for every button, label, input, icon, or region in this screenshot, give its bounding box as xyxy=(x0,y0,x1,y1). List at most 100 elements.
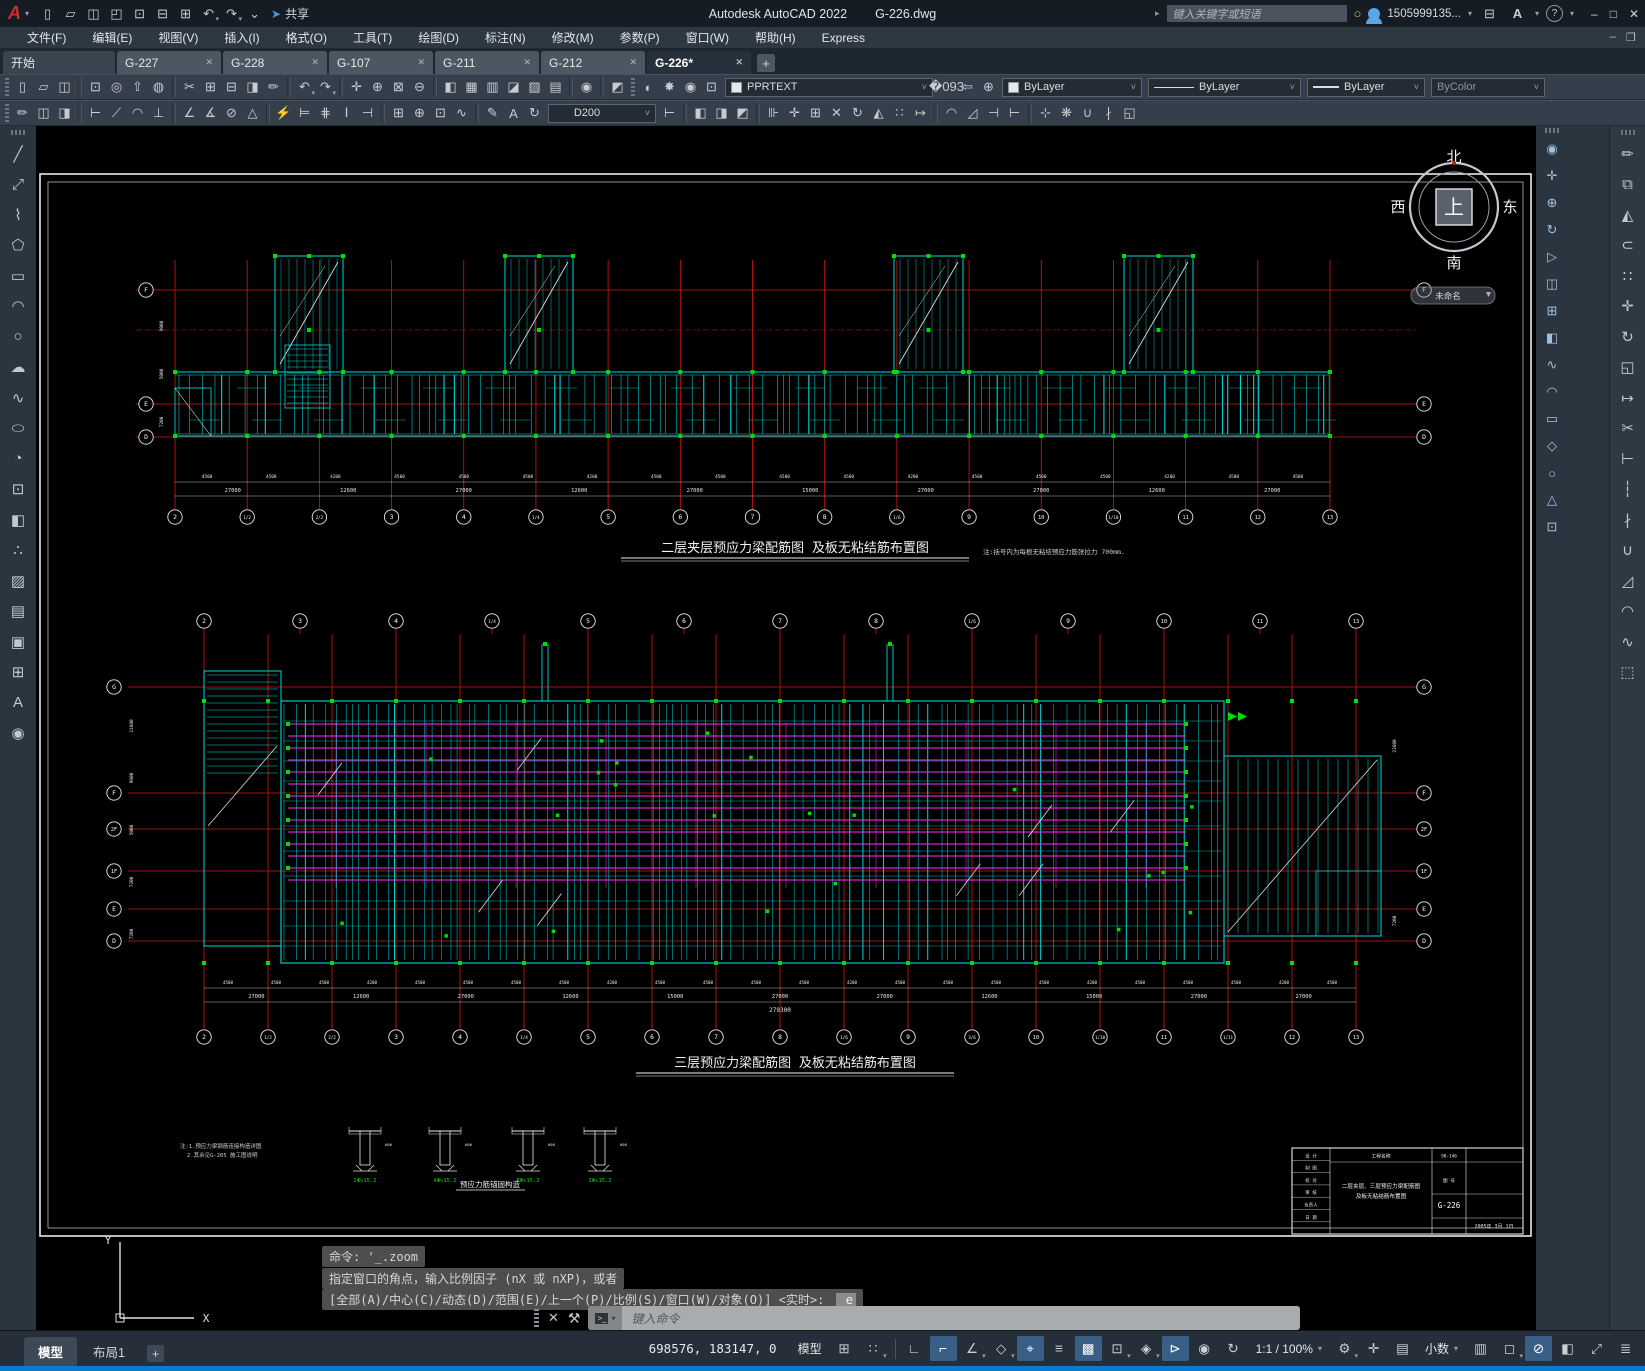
lineweight-combo[interactable]: ByLayer ˅ xyxy=(1307,77,1425,97)
break-icon[interactable]: ∤ xyxy=(1616,508,1640,532)
revision-cloud-icon[interactable]: ☁ xyxy=(6,355,30,379)
help-icon[interactable]: ◉ xyxy=(576,77,597,98)
mod-move-icon[interactable]: ✛ xyxy=(784,103,805,124)
mod-delete-icon[interactable]: ✕ xyxy=(826,103,847,124)
mod-explode-icon[interactable]: ❋ xyxy=(1056,103,1077,124)
zoom-in-icon[interactable]: ⊕ xyxy=(367,77,388,98)
array-icon[interactable]: ∷ xyxy=(1616,264,1640,288)
doc-restore-button[interactable]: ❐ xyxy=(1626,31,1636,44)
line-icon[interactable]: ╱ xyxy=(6,142,30,166)
join-icon[interactable]: ∪ xyxy=(1616,538,1640,562)
app-store-cart-icon[interactable]: ⊟ xyxy=(1479,3,1500,24)
plot-icon[interactable]: ⊡ xyxy=(129,3,150,24)
region-icon[interactable]: ▣ xyxy=(6,630,30,654)
layers2-icon[interactable]: ◨ xyxy=(54,103,75,124)
command-prompt-icon[interactable]: >_ ▾ xyxy=(588,1306,623,1330)
nav-pan-icon[interactable]: ✛ xyxy=(1541,165,1563,187)
save-icon[interactable]: ◫ xyxy=(54,77,75,98)
dim-angle2-icon[interactable]: ∡ xyxy=(200,103,221,124)
dim-aligned-icon[interactable]: ⟋ xyxy=(106,103,127,124)
status-lock-ui-icon[interactable]: ◻ ▾ xyxy=(1496,1336,1523,1361)
help-icon[interactable]: ? xyxy=(1545,5,1563,22)
status-grid-icon[interactable]: ⊞ xyxy=(831,1336,858,1361)
model-space-button[interactable]: 模型 xyxy=(791,1340,829,1357)
menu-file[interactable]: 文件(F) xyxy=(14,27,79,48)
new-tab-button[interactable]: + xyxy=(757,54,775,72)
tab-G-107[interactable]: G-107 ✕ xyxy=(329,51,433,74)
layer-combo[interactable]: PPRTEXT ˅ xyxy=(725,77,933,97)
doc-minimize-button[interactable]: – xyxy=(1610,31,1616,44)
tab-close-icon[interactable]: ✕ xyxy=(523,57,531,68)
status-autoscale-icon[interactable]: ↻ xyxy=(1220,1336,1247,1361)
table-icon[interactable]: ⊞ xyxy=(6,660,30,684)
undo-icon[interactable]: ↶ ▾ xyxy=(294,77,315,98)
sheet-set-icon[interactable]: ▥ xyxy=(482,77,503,98)
print-icon[interactable]: ⊞ xyxy=(175,3,196,24)
layer-previous-icon[interactable]: ⇦ xyxy=(957,77,978,98)
rotate-icon[interactable]: ↻ xyxy=(1616,325,1640,349)
autocad-logo-icon[interactable]: A xyxy=(8,3,21,24)
open-drawing-icon[interactable]: ▱ xyxy=(60,3,81,24)
nav-wave-icon[interactable]: ∿ xyxy=(1541,354,1563,376)
status-isodraft-icon[interactable]: ◇ ▾ xyxy=(988,1336,1015,1361)
plotstyle-combo[interactable]: ByColor ˅ xyxy=(1431,77,1545,97)
trim-icon[interactable]: ✂ xyxy=(1616,416,1640,440)
ellipse-arc-icon[interactable]: ◔ xyxy=(6,447,30,471)
blend-icon[interactable]: ∿ xyxy=(1616,630,1640,654)
search-input[interactable]: 键入关键字或短语 xyxy=(1166,5,1347,22)
tab-close-icon[interactable]: ✕ xyxy=(311,57,319,68)
mod-join-icon[interactable]: ∪ xyxy=(1077,103,1098,124)
tab-G-212[interactable]: G-212 ✕ xyxy=(541,51,645,74)
nav-zoom-icon[interactable]: ⊕ xyxy=(1541,192,1563,214)
mod-fillet-icon[interactable]: ◠ xyxy=(941,103,962,124)
nav-rect-icon[interactable]: ▭ xyxy=(1541,408,1563,430)
annotation-scale-button[interactable]: 1:1 / 100% ▾ xyxy=(1249,1342,1329,1356)
mod-copy-icon[interactable]: ⊞ xyxy=(805,103,826,124)
style-edit-icon[interactable]: ✏ xyxy=(12,103,33,124)
nav-circle-icon[interactable]: ○ xyxy=(1541,462,1563,484)
mod-chamfer-icon[interactable]: ◿ xyxy=(962,103,983,124)
erase-icon[interactable]: ✏ xyxy=(1616,142,1640,166)
zoom-previous-icon[interactable]: ⊖ xyxy=(409,77,430,98)
nav-motion-icon[interactable]: ▷ xyxy=(1541,246,1563,268)
dim-arc-icon[interactable]: ◠ xyxy=(127,103,148,124)
units-button[interactable]: 小数 ▾ xyxy=(1418,1340,1465,1357)
make-current-icon[interactable]: �093 xyxy=(929,77,964,98)
point-icon[interactable]: ∴ xyxy=(6,538,30,562)
tab-[interactable]: 开始 xyxy=(3,51,115,74)
command-wrench-icon[interactable]: ⚒ xyxy=(568,1310,581,1327)
layer-freeze-icon[interactable]: ✸ xyxy=(659,77,680,98)
copy-icon[interactable]: ⧉ xyxy=(1616,172,1640,196)
status-annotation-visibility-icon[interactable]: ◉ xyxy=(1191,1336,1218,1361)
status-infer-constraints-icon[interactable]: ∟ xyxy=(901,1336,928,1361)
command-grip[interactable] xyxy=(534,1309,539,1327)
construction-line-icon[interactable]: ⤢ xyxy=(6,172,30,196)
status-workspace-icon[interactable]: ⚙ ▾ xyxy=(1331,1336,1358,1361)
tab-G-227[interactable]: G-227 ✕ xyxy=(117,51,221,74)
menu-modify[interactable]: 修改(M) xyxy=(539,27,607,48)
fillet-icon[interactable]: ◠ xyxy=(1616,599,1640,623)
menu-help[interactable]: 帮助(H) xyxy=(742,27,809,48)
nav-block-icon[interactable]: ⊡ xyxy=(1541,516,1563,538)
save-icon[interactable]: ◫ xyxy=(83,3,104,24)
tab-close-icon[interactable]: ✕ xyxy=(629,57,637,68)
named-views-icon[interactable]: ▦ xyxy=(461,77,482,98)
match2-icon[interactable]: ◨ xyxy=(711,103,732,124)
mod-trim-icon[interactable]: ⊣ xyxy=(983,103,1004,124)
dim-check-icon[interactable]: ⊡ xyxy=(430,103,451,124)
layer-color-icon[interactable]: ⊡ xyxy=(701,77,722,98)
match-icon[interactable]: ◧ xyxy=(690,103,711,124)
dim-center-icon[interactable]: ⊕ xyxy=(409,103,430,124)
palette-grip[interactable] xyxy=(1620,130,1635,135)
dimstyle-combo[interactable]: D200 ˅ xyxy=(548,103,656,123)
nav-prev-icon[interactable]: ◫ xyxy=(1541,273,1563,295)
dim-update-icon[interactable]: ↻ xyxy=(524,103,545,124)
pan-icon[interactable]: ✛ xyxy=(346,77,367,98)
scale-icon[interactable]: ◱ xyxy=(1616,355,1640,379)
status-lineweight-icon[interactable]: ≡ xyxy=(1046,1336,1073,1361)
status-isolate-objects-icon[interactable]: ⊘ xyxy=(1525,1336,1552,1361)
status-customization-menu-icon[interactable]: ≣ xyxy=(1612,1336,1639,1361)
search-icon[interactable]: ○ xyxy=(1354,6,1362,21)
linetype-combo[interactable]: ByLayer ˅ xyxy=(1148,77,1301,97)
markup-icon[interactable]: ◪ xyxy=(503,77,524,98)
